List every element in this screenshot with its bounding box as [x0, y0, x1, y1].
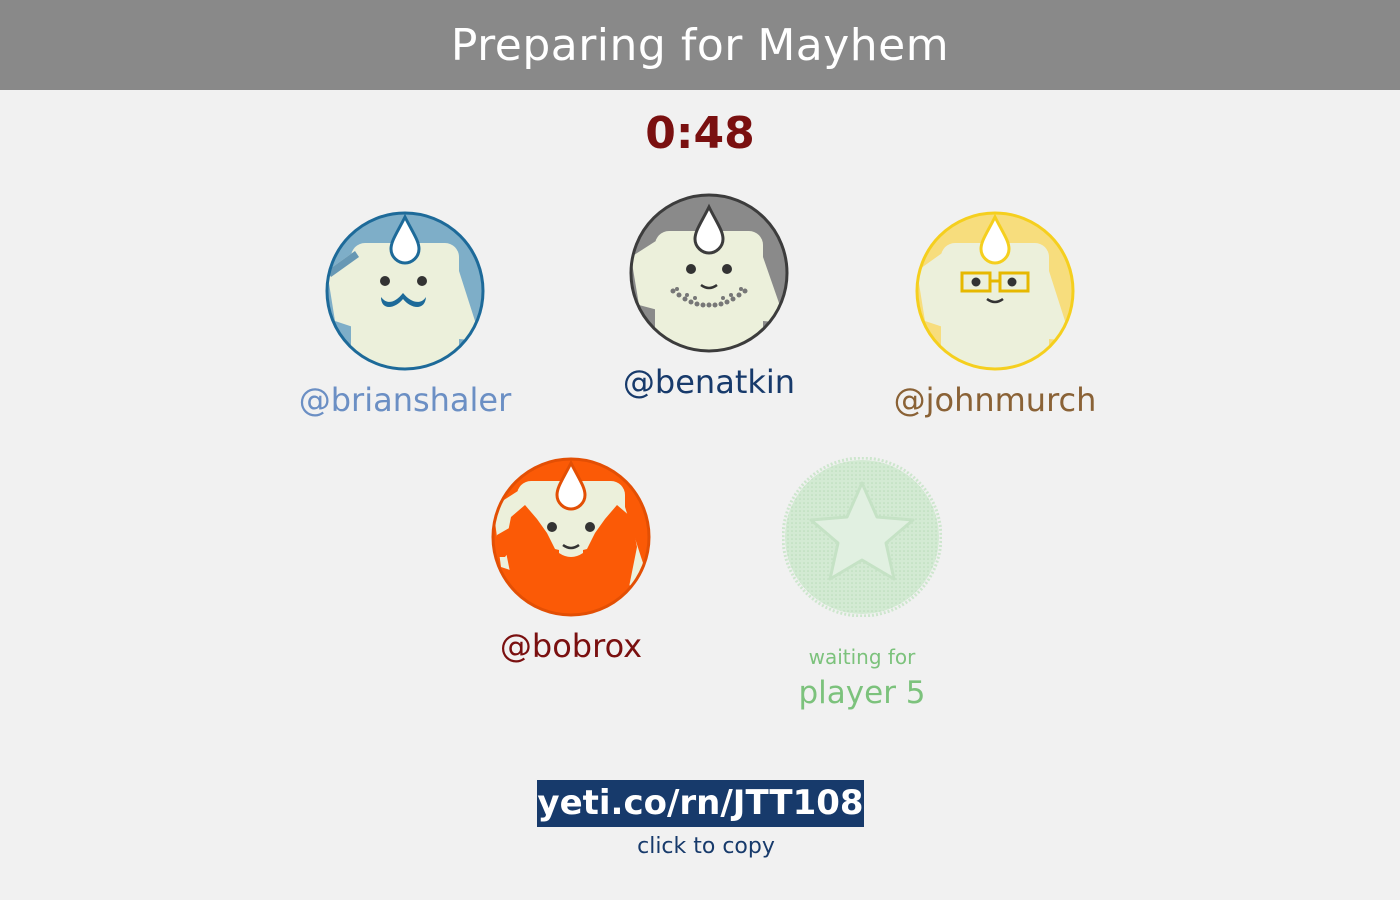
player-card-benatkin: @benatkin [559, 193, 859, 401]
waiting-label: waiting for [808, 645, 916, 669]
player-name: @bobrox [499, 627, 643, 665]
player-name: @benatkin [622, 363, 796, 401]
player-card-johnmurch: @johnmurch [845, 211, 1145, 419]
yeti-avatar-icon [325, 211, 485, 371]
countdown-timer: 0:48 [645, 108, 755, 159]
yeti-avatar-icon [915, 211, 1075, 371]
yeti-avatar-icon [629, 193, 789, 353]
player-card-brianshaler: @brianshaler [255, 211, 555, 419]
waiting-player-label: player 5 [798, 675, 926, 711]
player-card-bobrox: @bobrox [421, 457, 721, 665]
copy-hint: click to copy [637, 834, 775, 859]
waiting-slot-player-5: waiting for player 5 [712, 457, 1012, 711]
star-badge-icon [782, 457, 942, 617]
player-name: @johnmurch [893, 381, 1097, 419]
yeti-avatar-icon [491, 457, 651, 617]
page-title: Preparing for Mayhem [0, 0, 1400, 90]
player-name: @brianshaler [298, 381, 512, 419]
room-link-button[interactable]: yeti.co/rn/JTT108 [537, 780, 864, 827]
